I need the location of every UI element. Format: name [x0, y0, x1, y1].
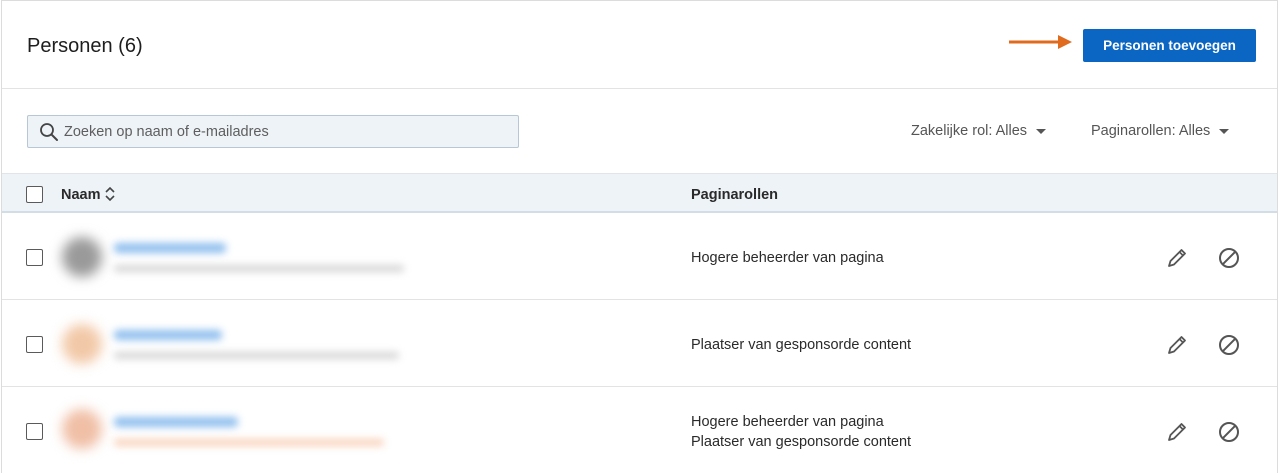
- member-page-roles: Hogere beheerder van pagina: [691, 248, 884, 268]
- row-checkbox[interactable]: [26, 336, 43, 353]
- avatar: [62, 409, 102, 449]
- row-checkbox[interactable]: [26, 249, 43, 266]
- search-icon: [40, 123, 58, 141]
- page-role: Hogere beheerder van pagina: [691, 250, 884, 266]
- arrow-icon: [1009, 35, 1072, 49]
- page-roles-filter-label: Paginarollen: Alles: [1091, 123, 1211, 139]
- member-page-roles: Hogere beheerder van pagina Plaatser van…: [691, 412, 911, 452]
- member-name-redacted[interactable]: [114, 417, 238, 427]
- caret-down-icon: [1036, 128, 1047, 134]
- block-icon[interactable]: [1216, 332, 1242, 358]
- avatar: [62, 324, 102, 364]
- page-role: Plaatser van gesponsorde content: [691, 337, 912, 353]
- table-row: Hogere beheerder van pagina Plaatser van…: [2, 387, 1277, 473]
- panel-header: Personen (6) Personen toevoegen: [2, 1, 1277, 89]
- pencil-icon[interactable]: [1164, 419, 1190, 445]
- search-box[interactable]: [27, 115, 519, 148]
- pencil-icon[interactable]: [1164, 245, 1190, 271]
- table-header: Naam Paginarollen: [2, 173, 1277, 213]
- member-headline-redacted: [114, 352, 399, 359]
- member-name-redacted[interactable]: [114, 243, 226, 253]
- page-role: Plaatser van gesponsorde content: [691, 434, 912, 450]
- member-name-redacted[interactable]: [114, 330, 222, 340]
- search-input[interactable]: [64, 116, 504, 147]
- business-role-filter-label: Zakelijke rol: Alles: [911, 123, 1028, 139]
- sort-icon[interactable]: [104, 186, 116, 202]
- member-headline-redacted: [114, 265, 404, 272]
- select-all-checkbox[interactable]: [26, 186, 43, 203]
- business-role-filter[interactable]: Zakelijke rol: Alles: [911, 123, 1047, 139]
- page-roles-filter[interactable]: Paginarollen: Alles: [1091, 123, 1230, 139]
- pencil-icon[interactable]: [1164, 332, 1190, 358]
- row-checkbox[interactable]: [26, 423, 43, 440]
- page-title: Personen (6): [27, 35, 143, 57]
- page-role: Hogere beheerder van pagina: [691, 414, 884, 430]
- people-panel: Personen (6) Personen toevoegen Zakelijk…: [1, 0, 1278, 473]
- member-headline-redacted: [114, 439, 384, 446]
- column-name-header[interactable]: Naam: [61, 187, 101, 203]
- caret-down-icon: [1219, 128, 1230, 134]
- block-icon[interactable]: [1216, 245, 1242, 271]
- table-row: Hogere beheerder van pagina: [2, 213, 1277, 300]
- avatar: [62, 237, 102, 277]
- member-page-roles: Plaatser van gesponsorde content: [691, 335, 911, 355]
- add-people-button[interactable]: Personen toevoegen: [1083, 29, 1256, 62]
- block-icon[interactable]: [1216, 419, 1242, 445]
- column-page-roles-header: Paginarollen: [691, 187, 779, 203]
- table-row: Plaatser van gesponsorde content: [2, 300, 1277, 387]
